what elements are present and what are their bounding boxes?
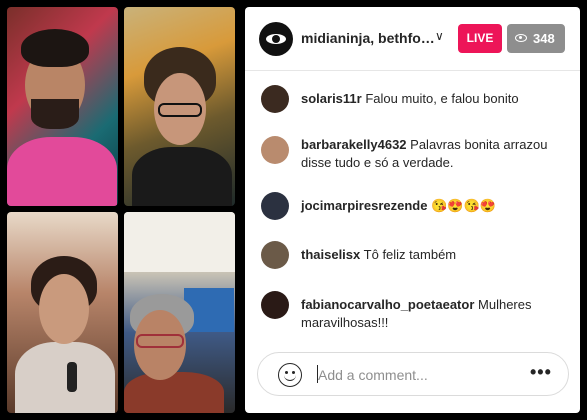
comment-avatar[interactable]: [261, 85, 289, 113]
participant-face: [39, 274, 89, 344]
participant-shirt: [15, 342, 115, 413]
comment-text: solaris11r Falou muito, e falou bonito: [301, 90, 567, 108]
comment-username[interactable]: jocimarpiresrezende: [301, 198, 427, 213]
comment-avatar[interactable]: [261, 291, 289, 319]
comment-avatar[interactable]: [261, 192, 289, 220]
video-tile-3: [7, 212, 118, 413]
video-tile-4: [124, 212, 235, 413]
comment-avatar[interactable]: [261, 241, 289, 269]
comment-body: 😘😍😘😍: [431, 198, 496, 213]
comment-username[interactable]: solaris11r: [301, 91, 362, 106]
live-comments-panel: midianinja, bethfo… ∨ LIVE 348 solaris11…: [245, 7, 580, 413]
microphone: [67, 362, 77, 392]
comment-text: jocimarpiresrezende 😘😍😘😍: [301, 197, 567, 215]
participant-beard: [31, 99, 79, 129]
host-names[interactable]: midianinja, bethfo…: [301, 30, 435, 46]
host-avatar[interactable]: [259, 22, 293, 56]
more-options-icon[interactable]: •••: [530, 362, 552, 383]
comment-username[interactable]: thaiselisx: [301, 247, 360, 262]
comment-input[interactable]: [318, 365, 518, 385]
comment-username[interactable]: barbarakelly4632: [301, 137, 407, 152]
comment-body: Tô feliz também: [363, 247, 457, 262]
comment-text: barbarakelly4632 Palavras bonita arrazou…: [301, 136, 567, 172]
host-avatar-pupil: [272, 35, 280, 43]
eye-icon: [515, 34, 527, 42]
smiley-mouth: [284, 374, 296, 381]
comment-username[interactable]: fabianocarvalho_poetaeator: [301, 297, 474, 312]
comment-text: fabianocarvalho_poetaeator Mulheres mara…: [301, 296, 567, 332]
comments-list[interactable]: solaris11r Falou muito, e falou bonito b…: [245, 71, 580, 343]
participant-hair: [21, 29, 89, 67]
glasses: [136, 334, 184, 348]
comment-body: Falou muito, e falou bonito: [365, 91, 519, 106]
comment-composer: •••: [257, 352, 569, 396]
participant-shirt: [124, 372, 224, 413]
viewer-count-badge: 348: [507, 24, 565, 53]
viewer-count: 348: [533, 31, 555, 46]
shelf-boxes: [124, 212, 235, 272]
live-badge: LIVE: [458, 24, 502, 53]
video-tile-2: [124, 7, 235, 206]
video-tile-1: [7, 7, 118, 206]
smiley-icon[interactable]: [278, 363, 302, 387]
panel-header: midianinja, bethfo… ∨ LIVE 348: [245, 7, 580, 71]
chevron-down-icon[interactable]: ∨: [435, 29, 444, 43]
comment-avatar[interactable]: [261, 136, 289, 164]
comment-text: thaiselisx Tô feliz também: [301, 246, 567, 264]
glasses: [158, 103, 202, 117]
participant-shirt: [132, 147, 232, 206]
participant-shirt: [7, 137, 117, 206]
